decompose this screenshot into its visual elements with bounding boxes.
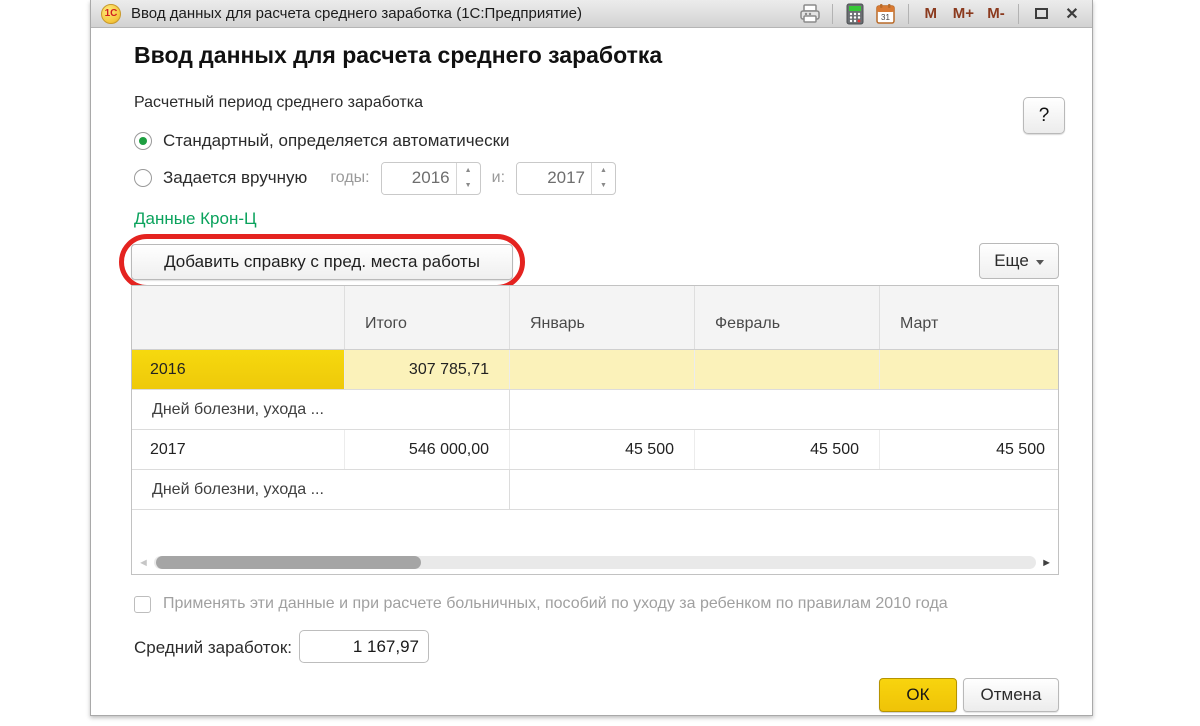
column-header-march[interactable]: Март (880, 286, 1058, 349)
total-cell[interactable]: 307 785,71 (345, 350, 510, 389)
radio-standard[interactable] (134, 132, 152, 150)
years-label: годы: (330, 169, 369, 187)
scroll-left-icon[interactable]: ◄ (138, 557, 149, 569)
january-cell[interactable] (510, 350, 695, 389)
radio-standard-label: Стандартный, определяется автоматически (163, 131, 510, 151)
more-button[interactable]: Еще (979, 243, 1059, 279)
option-manual-row[interactable]: Задается вручную годы: ▲▼ и: ▲▼ (134, 167, 616, 189)
1c-logo-icon: 1С (101, 4, 121, 24)
january-cell[interactable]: 45 500 (510, 430, 695, 469)
column-header[interactable] (132, 286, 345, 349)
close-icon[interactable]: ✕ (1060, 2, 1084, 26)
column-header-total[interactable]: Итого (345, 286, 510, 349)
chevron-down-icon (1036, 260, 1044, 265)
year-to-input[interactable] (517, 163, 591, 194)
apply-2010-rules-row[interactable]: Применять эти данные и при расчете больн… (134, 595, 948, 613)
maximize-icon[interactable] (1029, 2, 1053, 26)
table-row-sick-days-2017[interactable]: Дней болезни, ухода ... (132, 470, 1058, 510)
radio-manual-label: Задается вручную (163, 168, 307, 188)
note-cell[interactable]: Дней болезни, ухода ... (132, 470, 510, 509)
memory-recall-button[interactable]: M (919, 2, 943, 26)
average-earnings-input[interactable] (299, 630, 429, 663)
year-to-field: ▲▼ (516, 162, 616, 195)
scrollbar-track[interactable] (154, 556, 1036, 569)
radio-manual[interactable] (134, 169, 152, 187)
title-bar: 1С Ввод данных для расчета среднего зара… (91, 0, 1092, 28)
earnings-table: Итого Январь Февраль Март 2016 307 785,7… (131, 285, 1059, 575)
note-cell[interactable]: Дней болезни, ухода ... (132, 390, 510, 429)
march-cell[interactable]: 45 500 (880, 430, 1058, 469)
calculator-icon[interactable] (843, 2, 867, 26)
year-to-spinner[interactable]: ▲▼ (591, 163, 615, 194)
note-empty-cell[interactable] (510, 470, 1058, 509)
memory-plus-button[interactable]: M+ (950, 2, 977, 26)
option-standard-row[interactable]: Стандартный, определяется автоматически (134, 130, 510, 152)
year-from-field: ▲▼ (381, 162, 481, 195)
cancel-button[interactable]: Отмена (963, 678, 1059, 712)
february-cell[interactable] (695, 350, 880, 389)
page-title: Ввод данных для расчета среднего заработ… (134, 42, 662, 69)
titlebar-buttons: 31 M M+ M- ✕ (798, 2, 1084, 26)
table-header-row: Итого Январь Февраль Март (132, 286, 1058, 350)
february-cell[interactable]: 45 500 (695, 430, 880, 469)
add-certificate-button[interactable]: Добавить справку с пред. места работы (131, 244, 513, 280)
memory-minus-button[interactable]: M- (984, 2, 1008, 26)
scrollbar-thumb[interactable] (156, 556, 421, 569)
march-cell[interactable] (880, 350, 1058, 389)
ok-button[interactable]: ОК (879, 678, 957, 712)
horizontal-scrollbar[interactable]: ◄ ► (138, 555, 1052, 570)
note-empty-cell[interactable] (510, 390, 1058, 429)
table-row-2017[interactable]: 2017 546 000,00 45 500 45 500 45 500 (132, 430, 1058, 470)
window-title: Ввод данных для расчета среднего заработ… (131, 5, 582, 22)
scroll-right-icon[interactable]: ► (1041, 557, 1052, 569)
year-cell[interactable]: 2016 (132, 350, 345, 389)
separator (908, 4, 909, 24)
print-icon[interactable] (798, 2, 822, 26)
table-row-2016[interactable]: 2016 307 785,71 (132, 350, 1058, 390)
separator (1018, 4, 1019, 24)
calendar-icon[interactable]: 31 (874, 2, 898, 26)
average-earnings-label: Средний заработок: (134, 638, 292, 658)
and-label: и: (492, 169, 505, 187)
apply-2010-rules-checkbox[interactable] (134, 596, 151, 613)
total-cell[interactable]: 546 000,00 (345, 430, 510, 469)
svg-text:31: 31 (881, 13, 890, 22)
app-window: 1С Ввод данных для расчета среднего зара… (90, 0, 1093, 716)
more-button-label: Еще (994, 251, 1029, 271)
year-cell[interactable]: 2017 (132, 430, 345, 469)
column-header-january[interactable]: Январь (510, 286, 695, 349)
separator (832, 4, 833, 24)
table-row-sick-days-2016[interactable]: Дней болезни, ухода ... (132, 390, 1058, 430)
apply-2010-rules-label: Применять эти данные и при расчете больн… (163, 595, 948, 613)
year-from-input[interactable] (382, 163, 456, 194)
page-background: 1С Ввод данных для расчета среднего зара… (0, 0, 1200, 726)
column-header-february[interactable]: Февраль (695, 286, 880, 349)
data-source-link[interactable]: Данные Крон-Ц (134, 209, 257, 229)
year-from-spinner[interactable]: ▲▼ (456, 163, 480, 194)
help-button[interactable]: ? (1023, 97, 1065, 134)
period-section-label: Расчетный период среднего заработка (134, 94, 423, 112)
